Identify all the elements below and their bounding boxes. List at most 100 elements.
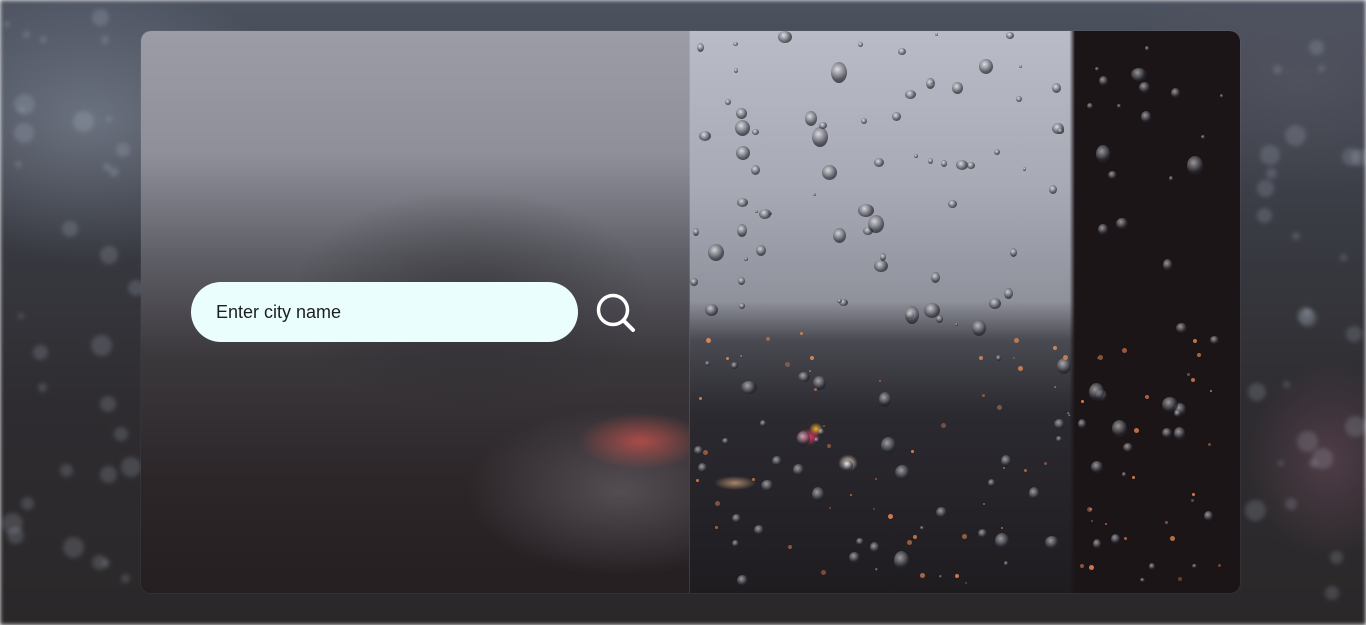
raindrop <box>698 463 707 473</box>
raindrop <box>1111 534 1120 544</box>
bokeh-light <box>1003 467 1005 469</box>
raindrop <box>952 82 963 94</box>
background-drop <box>109 167 119 177</box>
raindrop <box>812 487 824 502</box>
raindrop <box>1067 412 1070 415</box>
bokeh-light <box>982 394 985 397</box>
bokeh-light <box>1193 339 1197 343</box>
background-drop <box>14 94 35 115</box>
raindrop <box>1141 111 1151 123</box>
bokeh-light <box>715 526 718 529</box>
raindrop <box>778 31 792 43</box>
background-drop <box>63 537 84 558</box>
bokeh-light <box>1091 520 1093 522</box>
raindrop <box>772 456 782 466</box>
raindrop <box>1089 383 1104 401</box>
bokeh-light <box>1134 428 1139 433</box>
raindrop <box>1091 461 1103 473</box>
raindrop <box>1010 248 1017 257</box>
raindrop <box>928 158 933 164</box>
raindrop <box>1162 397 1178 412</box>
raindrop <box>1001 455 1011 467</box>
raindrop <box>1057 358 1071 374</box>
raindrop <box>870 542 879 553</box>
raindrop <box>812 127 828 147</box>
raindrop <box>732 514 741 523</box>
bokeh-light <box>823 425 825 427</box>
background-drop <box>1257 180 1274 197</box>
raindrop <box>1093 539 1101 549</box>
raindrop <box>1006 32 1014 39</box>
raindrop <box>1201 135 1205 139</box>
raindrop <box>856 538 864 545</box>
bokeh-light <box>1105 523 1107 525</box>
raindrop <box>1095 67 1099 71</box>
background-drop <box>38 383 47 392</box>
raindrop <box>898 48 906 55</box>
bokeh-light <box>1197 353 1201 357</box>
raindrop <box>736 108 747 119</box>
raindrop <box>735 120 750 136</box>
raindrop <box>905 306 919 324</box>
raindrop <box>1169 176 1173 181</box>
raindrop <box>1112 420 1127 437</box>
background-drop <box>1342 148 1360 166</box>
raindrop <box>1016 96 1022 102</box>
raindrop <box>914 154 918 158</box>
bokeh-light <box>800 332 803 335</box>
bokeh-light <box>1001 527 1003 529</box>
raindrop <box>905 90 916 99</box>
raindrop <box>868 215 884 233</box>
raindrop <box>1029 487 1039 500</box>
raindrop <box>1131 68 1147 81</box>
raindrop <box>881 437 896 454</box>
bokeh-light <box>1063 355 1068 360</box>
raindrop <box>920 526 924 530</box>
background-drop <box>60 464 73 477</box>
raindrop <box>759 209 771 219</box>
raindrop <box>737 224 747 237</box>
bokeh-light <box>1218 564 1221 567</box>
background-drop <box>1297 431 1318 452</box>
raindrop <box>1145 46 1149 51</box>
raindrop <box>1171 88 1180 98</box>
bokeh-light <box>696 479 699 482</box>
raindrop <box>1140 578 1145 582</box>
background-drop <box>1278 460 1284 466</box>
raindrop <box>761 480 774 491</box>
raindrop <box>1054 386 1057 389</box>
bokeh-light <box>875 478 877 480</box>
background-drop <box>116 143 130 157</box>
bokeh-light <box>850 494 852 496</box>
raindrop <box>756 245 766 256</box>
raindrop <box>752 129 759 135</box>
bokeh-light <box>785 362 790 367</box>
background-drop <box>1346 326 1362 342</box>
raindrop <box>751 165 760 175</box>
raindrop <box>1220 94 1223 98</box>
city-search-input[interactable] <box>191 282 578 342</box>
raindrop <box>967 162 975 169</box>
raindrop <box>936 315 943 323</box>
raindrop <box>1116 218 1128 229</box>
raindrop <box>1108 171 1117 179</box>
raindrop <box>879 392 891 407</box>
raindrop <box>842 460 853 471</box>
bokeh-light <box>983 503 985 505</box>
raindrop <box>1004 288 1013 299</box>
raindrop <box>941 160 947 167</box>
raindrop <box>797 431 810 446</box>
bokeh-light <box>715 501 720 506</box>
raindrop <box>818 428 824 436</box>
raindrop <box>861 118 867 124</box>
background-drop <box>1273 65 1282 74</box>
raindrop <box>995 533 1009 549</box>
bokeh-light <box>1044 462 1047 465</box>
raindrop <box>894 551 909 570</box>
background-drop <box>92 555 107 570</box>
raindrop <box>693 228 699 236</box>
bokeh-light <box>1191 499 1194 502</box>
search-button[interactable] <box>595 292 639 336</box>
background-drop <box>114 427 128 441</box>
background-drop <box>18 313 24 319</box>
